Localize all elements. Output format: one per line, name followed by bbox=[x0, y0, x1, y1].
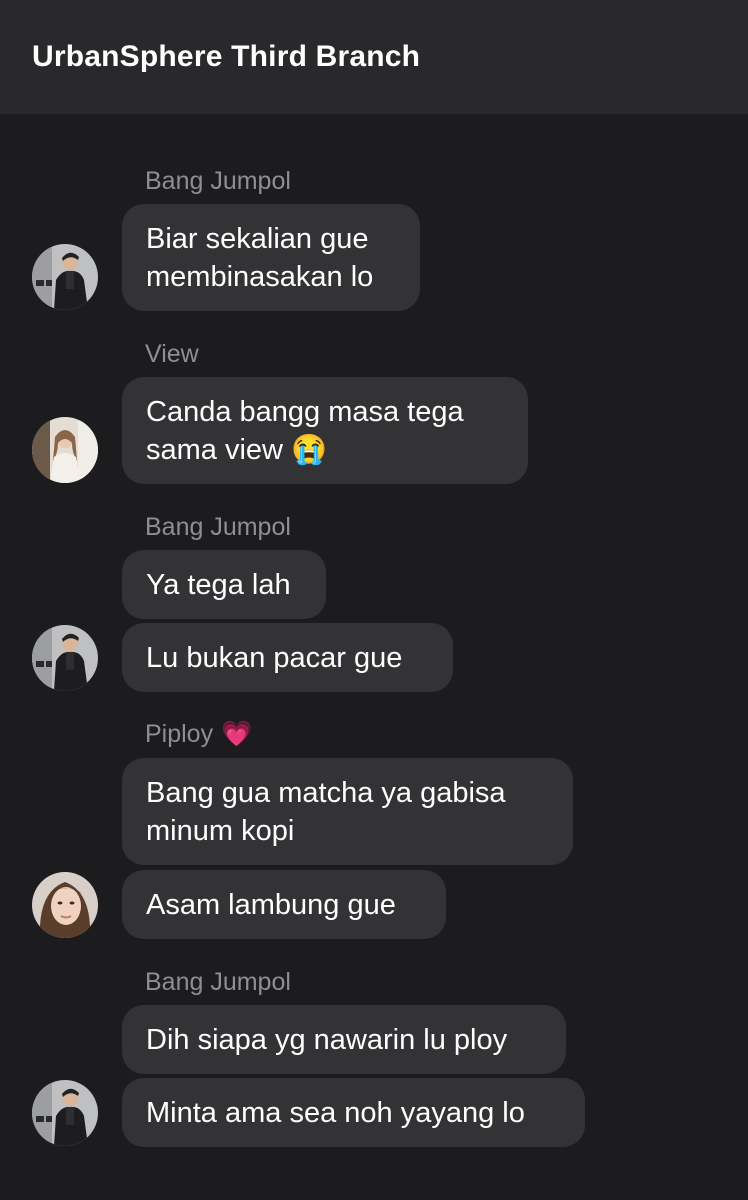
male-avatar-icon bbox=[32, 1080, 98, 1146]
sender-name: View bbox=[145, 340, 199, 368]
avatar-piploy[interactable] bbox=[32, 872, 98, 938]
sender-name: Piploy 💗 bbox=[145, 719, 252, 749]
message-bubble[interactable]: Asam lambung gue bbox=[122, 870, 446, 939]
message-bubble[interactable]: Canda bangg masa tega sama view 😭 bbox=[122, 377, 528, 484]
avatar-bang-jumpol[interactable] bbox=[32, 244, 98, 310]
chat-header: UrbanSphere Third Branch bbox=[0, 0, 748, 114]
avatar-view[interactable] bbox=[32, 417, 98, 483]
message-bubble[interactable]: Minta ama sea noh yayang lo bbox=[122, 1078, 585, 1147]
message-bubble[interactable]: Biar sekalian gue membinasakan lo bbox=[122, 204, 420, 311]
sender-name: Bang Jumpol bbox=[145, 513, 291, 541]
male-avatar-icon bbox=[32, 244, 98, 310]
message-bubble[interactable]: Dih siapa yg nawarin lu ploy bbox=[122, 1005, 566, 1074]
message-list[interactable]: Bang Jumpol Biar sekalian gue membinasak… bbox=[0, 114, 748, 1200]
avatar-bang-jumpol[interactable] bbox=[32, 625, 98, 691]
pink-heart-icon: 💗 bbox=[221, 720, 253, 748]
sender-name-text: Piploy bbox=[145, 720, 214, 748]
avatar-bang-jumpol[interactable] bbox=[32, 1080, 98, 1146]
female-avatar-light-icon bbox=[32, 417, 98, 483]
sender-name: Bang Jumpol bbox=[145, 968, 291, 996]
male-avatar-icon bbox=[32, 625, 98, 691]
message-bubble[interactable]: Lu bukan pacar gue bbox=[122, 623, 453, 692]
message-bubble[interactable]: Ya tega lah bbox=[122, 550, 326, 619]
group-chat-title[interactable]: UrbanSphere Third Branch bbox=[32, 40, 420, 74]
sender-name: Bang Jumpol bbox=[145, 167, 291, 195]
message-bubble[interactable]: Bang gua matcha ya gabisa minum kopi bbox=[122, 758, 573, 865]
female-avatar-selfie-icon bbox=[32, 872, 98, 938]
